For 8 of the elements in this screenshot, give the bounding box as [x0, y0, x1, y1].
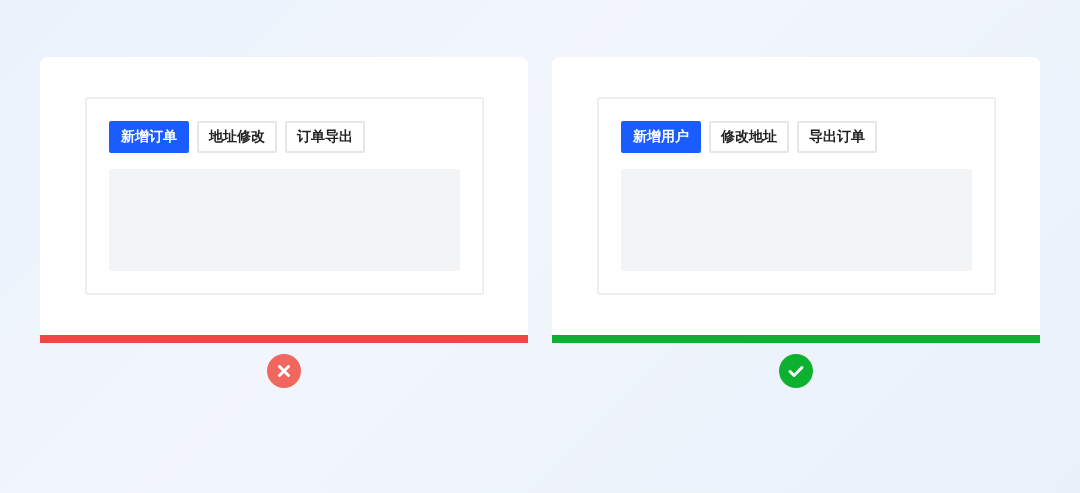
tab[interactable]: 地址修改 [197, 121, 277, 153]
cross-icon [267, 354, 301, 388]
check-icon [779, 354, 813, 388]
tab[interactable]: 新增用户 [621, 121, 701, 153]
tab[interactable]: 导出订单 [797, 121, 877, 153]
tab[interactable]: 订单导出 [285, 121, 365, 153]
tab[interactable]: 新增订单 [109, 121, 189, 153]
tab[interactable]: 修改地址 [709, 121, 789, 153]
